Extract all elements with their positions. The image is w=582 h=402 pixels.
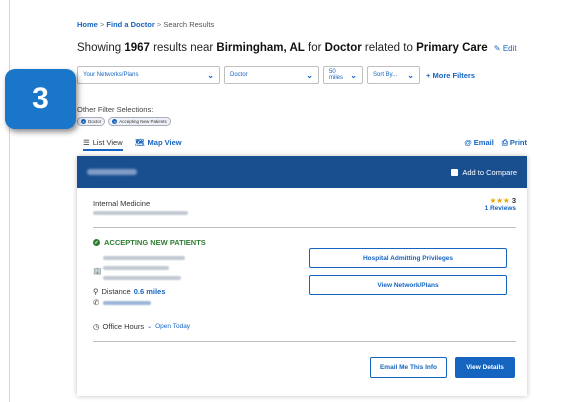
distance-select[interactable]: 50 miles ⌄ (323, 66, 363, 84)
accepting-new-patients-status: ✓ ACCEPTING NEW PATIENTS (93, 238, 206, 247)
reviews-link[interactable]: 1 Reviews (485, 205, 516, 212)
more-filters-button[interactable]: + More Filters (426, 71, 475, 80)
provider-type-select[interactable]: Doctor ⌄ (224, 66, 319, 84)
tab-map-view[interactable]: 🗺 Map View (135, 138, 182, 147)
map-view-label: Map View (147, 138, 182, 147)
breadcrumb-separator: > (156, 20, 162, 29)
rating-value: 3 (511, 196, 516, 205)
list-icon: ☰ (83, 138, 90, 147)
print-button[interactable]: ⎙ Print (502, 138, 527, 148)
filter-chip-doctor[interactable]: × Doctor (77, 117, 106, 126)
step-number-badge: 3 (5, 69, 76, 129)
distance-info: ⚲ Distance 0.6 miles (93, 287, 165, 296)
search-location: Birmingham, AL (216, 42, 305, 54)
email-label: Email (473, 138, 494, 147)
results-headline: Showing 1967 results near Birmingham, AL… (77, 42, 517, 54)
location-name-redacted (103, 256, 185, 260)
headline-prefix: Showing (77, 42, 122, 54)
more-filters-label: More Filters (432, 70, 475, 80)
remove-chip-icon[interactable]: × (81, 119, 86, 124)
print-icon: ⎙ (501, 138, 508, 147)
add-to-compare-label: Add to Compare (462, 167, 517, 177)
sort-value: Sort By... (373, 72, 398, 78)
headline-text: related to (364, 42, 413, 54)
office-hours[interactable]: ◷ Office Hours ⌄ Open Today (93, 322, 190, 331)
location-pin-icon: ⚲ (93, 287, 99, 296)
result-count: 1967 (124, 42, 150, 54)
clock-icon: ◷ (93, 322, 100, 331)
search-term: Doctor (324, 42, 362, 54)
filter-bar: Your Networks/Plans ⌄ Doctor ⌄ 50 miles … (77, 66, 475, 84)
chevron-down-icon: ⌄ (350, 70, 357, 80)
tab-list-view[interactable]: ☰ List View (83, 138, 123, 151)
accepting-label: ACCEPTING NEW PATIENTS (104, 238, 206, 247)
divider (93, 341, 516, 342)
email-icon: @ (464, 138, 472, 147)
headline-text: for (308, 42, 322, 54)
view-tabs: ☰ List View 🗺 Map View @ Email ⎙ Print (77, 138, 527, 152)
breadcrumb-current: Search Results (163, 20, 215, 29)
distance-value: 0.6 miles (133, 287, 166, 296)
provider-card-header: Add to Compare (77, 156, 527, 188)
view-network-plans-button[interactable]: View Network/Plans (309, 275, 507, 295)
filter-chip-accepting[interactable]: × Accepting New Patients (108, 117, 171, 126)
headline-text: results near (153, 42, 214, 54)
chevron-down-icon: ⌄ (306, 70, 313, 80)
hospital-admitting-privileges-button[interactable]: Hospital Admitting Privileges (309, 248, 507, 268)
filter-chips: × Doctor × Accepting New Patients (77, 117, 171, 126)
building-icon: 🏢 (93, 268, 102, 275)
provider-specialty: Internal Medicine (93, 199, 151, 208)
email-me-this-info-button[interactable]: Email Me This Info (370, 357, 447, 378)
breadcrumb-separator: > (99, 20, 105, 29)
divider (93, 227, 516, 228)
provider-result-card: Add to Compare Internal Medicine ★★★ 3 1… (77, 156, 527, 396)
networks-plans-value: Your Networks/Plans (83, 72, 139, 78)
city-state-redacted (103, 276, 181, 280)
edit-icon: ✎ (493, 44, 501, 53)
distance-value: 50 miles (329, 69, 344, 81)
phone-info: ✆ (93, 298, 152, 307)
check-circle-icon: ✓ (93, 239, 100, 246)
office-hours-label: Office Hours (102, 322, 145, 331)
email-button[interactable]: @ Email (464, 138, 493, 148)
other-filters-title: Other Filter Selections: (77, 105, 154, 114)
provider-name-redacted[interactable] (87, 169, 137, 175)
search-category: Primary Care (416, 42, 488, 54)
phone-icon: ✆ (93, 298, 100, 307)
edit-label: Edit (502, 44, 517, 53)
checkbox-icon (451, 168, 459, 176)
chip-label: Accepting New Patients (119, 119, 167, 124)
breadcrumb-home-link[interactable]: Home (77, 20, 98, 29)
star-icons: ★★★ (489, 196, 510, 205)
sort-select[interactable]: Sort By... ⌄ (367, 66, 420, 84)
practice-name-redacted (93, 211, 188, 215)
chevron-down-icon: ⌄ (407, 70, 414, 80)
list-view-label: List View (92, 138, 123, 147)
networks-plans-select[interactable]: Your Networks/Plans ⌄ (77, 66, 220, 84)
open-today-status: Open Today (155, 323, 191, 330)
view-details-button[interactable]: View Details (455, 357, 515, 378)
provider-type-value: Doctor (230, 72, 248, 78)
plus-icon: + (426, 70, 431, 80)
breadcrumb-find-doctor-link[interactable]: Find a Doctor (106, 20, 154, 29)
chevron-down-icon: ⌄ (147, 324, 153, 330)
remove-chip-icon[interactable]: × (112, 119, 118, 124)
add-to-compare-checkbox[interactable]: Add to Compare (451, 168, 517, 177)
edit-search-link[interactable]: ✎ Edit (494, 44, 517, 53)
print-label: Print (509, 138, 527, 147)
map-icon: 🗺 (135, 138, 145, 147)
star-rating: ★★★ 3 (485, 196, 516, 205)
distance-label: Distance (101, 287, 131, 296)
chip-label: Doctor (88, 119, 102, 124)
breadcrumb: Home > Find a Doctor > Search Results (77, 20, 214, 29)
phone-number-redacted[interactable] (103, 300, 152, 305)
street-address-redacted (103, 266, 169, 270)
chevron-down-icon: ⌄ (207, 70, 214, 80)
provider-rating: ★★★ 3 1 Reviews (485, 196, 516, 212)
share-actions: @ Email ⎙ Print (464, 138, 527, 148)
